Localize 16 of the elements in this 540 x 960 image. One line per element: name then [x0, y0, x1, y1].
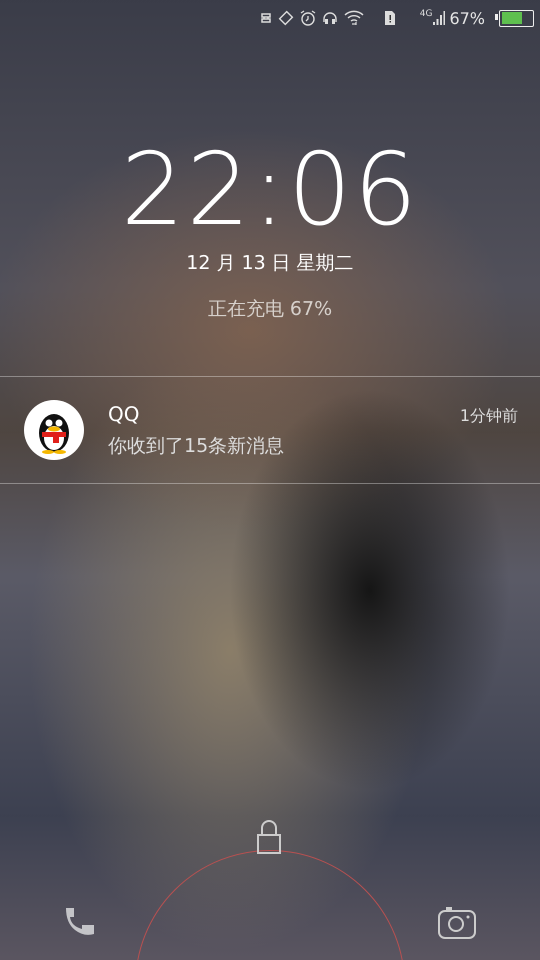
- clock-time: 22:06: [120, 140, 420, 240]
- lock-icon[interactable]: [257, 820, 281, 854]
- wifi-icon: [344, 10, 364, 26]
- headphones-icon: [322, 10, 338, 26]
- camera-icon[interactable]: [438, 906, 476, 940]
- signal-icon: [433, 11, 446, 25]
- notification-time: 1分钟前: [460, 406, 518, 426]
- battery-percentage: 67%: [449, 8, 485, 28]
- app-name: QQ: [108, 402, 140, 426]
- charging-status: 正在充电 67%: [206, 297, 334, 322]
- notification-card[interactable]: QQ 1分钟前 你收到了15条新消息: [0, 376, 540, 484]
- notification-message: 你收到了15条新消息: [108, 434, 286, 458]
- network-type-label: 4G: [420, 9, 432, 19]
- sim-alert-icon: [384, 10, 396, 26]
- date-label: 12 月 13 日 星期二: [185, 251, 355, 276]
- alarm-icon: [300, 10, 316, 26]
